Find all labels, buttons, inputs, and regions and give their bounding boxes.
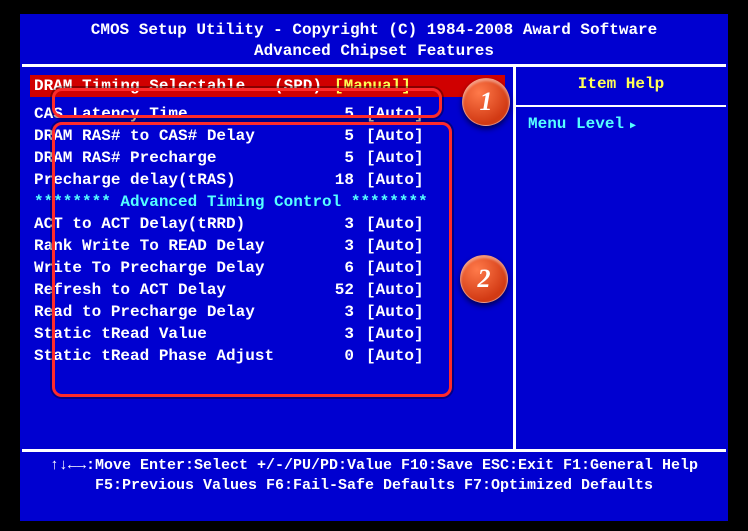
- help-divider: [516, 105, 726, 107]
- setting-value: 3: [314, 303, 354, 321]
- read-precharge-row[interactable]: Read to Precharge Delay 3 [Auto]: [34, 301, 501, 323]
- precharge-delay-row[interactable]: Precharge delay(tRAS) 18 [Auto]: [34, 169, 501, 191]
- static-tread-phase-row[interactable]: Static tRead Phase Adjust 0 [Auto]: [34, 345, 501, 367]
- setting-label: Refresh to ACT Delay: [34, 281, 314, 299]
- setting-label: Precharge delay(tRAS): [34, 171, 314, 189]
- setting-label: DRAM RAS# Precharge: [34, 149, 314, 167]
- setting-mode[interactable]: [Auto]: [354, 325, 444, 343]
- setting-mode[interactable]: [Auto]: [354, 237, 444, 255]
- setting-value: 52: [314, 281, 354, 299]
- setting-label: CAS Latency Time: [34, 105, 314, 123]
- setting-label: Read to Precharge Delay: [34, 303, 314, 321]
- setting-value: 3: [314, 325, 354, 343]
- setting-label: DRAM RAS# to CAS# Delay: [34, 127, 314, 145]
- setting-mode[interactable]: [Auto]: [354, 281, 444, 299]
- static-tread-row[interactable]: Static tRead Value 3 [Auto]: [34, 323, 501, 345]
- rank-write-read-row[interactable]: Rank Write To READ Delay 3 [Auto]: [34, 235, 501, 257]
- setting-label: DRAM Timing Selectable: [34, 77, 274, 95]
- setting-value: 3: [314, 215, 354, 233]
- setting-spd: (SPD): [274, 77, 334, 95]
- footer-line-1: ↑↓←→:Move Enter:Select +/-/PU/PD:Value F…: [22, 456, 726, 476]
- advanced-timing-header: ******** Advanced Timing Control *******…: [34, 191, 501, 213]
- footer-line-2: F5:Previous Values F6:Fail-Safe Defaults…: [22, 476, 726, 496]
- header-line-2: Advanced Chipset Features: [22, 41, 726, 62]
- setting-value: 0: [314, 347, 354, 365]
- setting-label: Rank Write To READ Delay: [34, 237, 314, 255]
- settings-panel: DRAM Timing Selectable (SPD) [Manual] CA…: [22, 67, 516, 449]
- setting-value: 5: [314, 105, 354, 123]
- setting-mode[interactable]: [Auto]: [354, 171, 444, 189]
- setting-mode[interactable]: [Auto]: [354, 149, 444, 167]
- footer-help: ↑↓←→:Move Enter:Select +/-/PU/PD:Value F…: [22, 452, 726, 501]
- setting-mode[interactable]: [Auto]: [354, 259, 444, 277]
- setting-mode[interactable]: [Auto]: [354, 127, 444, 145]
- setting-value: 5: [314, 127, 354, 145]
- setting-mode[interactable]: [Manual]: [334, 77, 411, 95]
- setting-label: ACT to ACT Delay(tRRD): [34, 215, 314, 233]
- setting-value: 3: [314, 237, 354, 255]
- refresh-act-row[interactable]: Refresh to ACT Delay 52 [Auto]: [34, 279, 501, 301]
- setting-mode[interactable]: [Auto]: [354, 215, 444, 233]
- setting-value: 6: [314, 259, 354, 277]
- setting-value: 5: [314, 149, 354, 167]
- setting-label: Write To Precharge Delay: [34, 259, 314, 277]
- setting-mode[interactable]: [Auto]: [354, 105, 444, 123]
- write-precharge-row[interactable]: Write To Precharge Delay 6 [Auto]: [34, 257, 501, 279]
- header-line-1: CMOS Setup Utility - Copyright (C) 1984-…: [22, 20, 726, 41]
- dram-ras-precharge-row[interactable]: DRAM RAS# Precharge 5 [Auto]: [34, 147, 501, 169]
- menu-level: Menu Level: [528, 115, 714, 133]
- bios-screen: CMOS Setup Utility - Copyright (C) 1984-…: [20, 14, 728, 521]
- setting-label: Static tRead Phase Adjust: [34, 347, 314, 365]
- help-title: Item Help: [528, 75, 714, 93]
- act-to-act-row[interactable]: ACT to ACT Delay(tRRD) 3 [Auto]: [34, 213, 501, 235]
- setting-value: 18: [314, 171, 354, 189]
- setting-mode[interactable]: [Auto]: [354, 303, 444, 321]
- bios-header: CMOS Setup Utility - Copyright (C) 1984-…: [22, 16, 726, 64]
- dram-timing-selectable-row[interactable]: DRAM Timing Selectable (SPD) [Manual]: [30, 75, 505, 97]
- help-panel: Item Help Menu Level: [516, 67, 726, 449]
- setting-mode[interactable]: [Auto]: [354, 347, 444, 365]
- cas-latency-row[interactable]: CAS Latency Time 5 [Auto]: [34, 103, 501, 125]
- main-area: DRAM Timing Selectable (SPD) [Manual] CA…: [22, 64, 726, 452]
- dram-ras-cas-row[interactable]: DRAM RAS# to CAS# Delay 5 [Auto]: [34, 125, 501, 147]
- setting-label: Static tRead Value: [34, 325, 314, 343]
